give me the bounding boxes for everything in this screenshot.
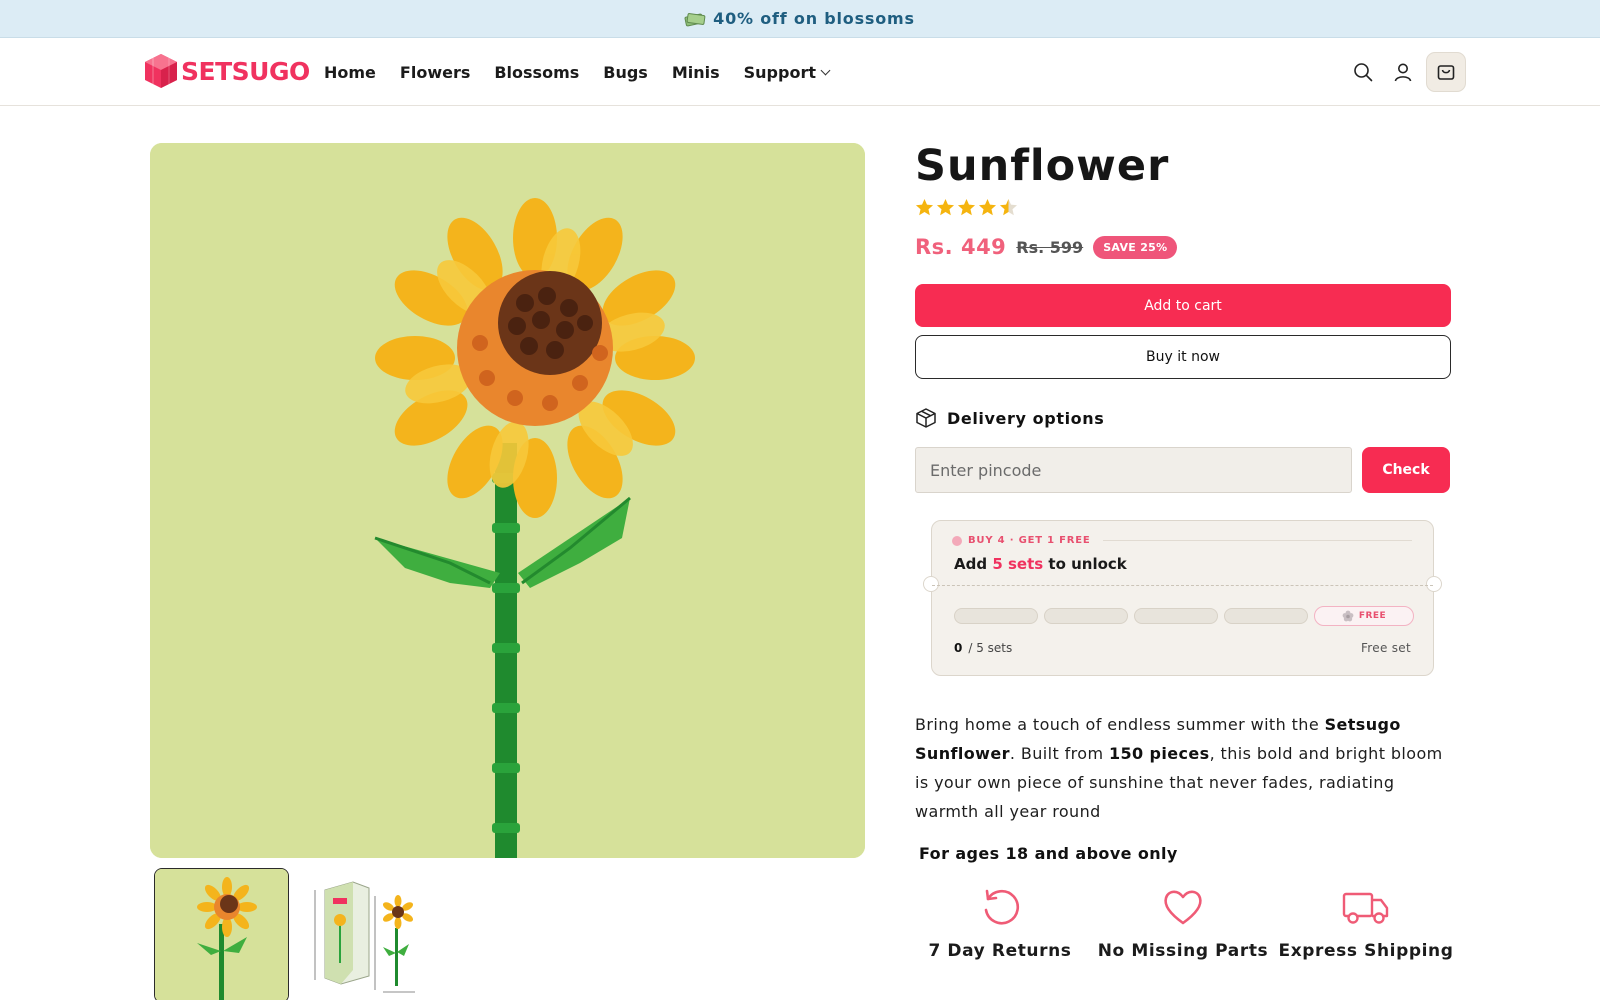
delivery-title: Delivery options <box>947 408 1105 428</box>
product-main-image[interactable] <box>150 143 865 858</box>
account-icon <box>1394 63 1412 82</box>
heart-icon <box>1164 890 1202 925</box>
nav-item-blossoms[interactable]: Blossoms <box>494 60 579 84</box>
progress-segment <box>1044 608 1128 624</box>
buy-now-label: Buy it now <box>1146 349 1220 365</box>
feature-list: 7 Day Returns No Missing Parts Express S… <box>915 885 1454 961</box>
offer-highlight: 5 sets <box>992 555 1044 573</box>
free-set-label: Free set <box>1360 641 1411 655</box>
offer-prefix: Add <box>954 555 993 573</box>
offer-headline: Add 5 sets to unlock <box>954 555 1127 573</box>
account-button[interactable] <box>1386 52 1420 92</box>
nav-label: Bugs <box>603 62 648 82</box>
search-button[interactable] <box>1346 52 1380 92</box>
cart-button[interactable] <box>1426 52 1466 92</box>
sunflower-image <box>150 143 865 858</box>
add-to-cart-label: Add to cart <box>1144 297 1222 314</box>
announcement-text: 40% off on blossoms <box>713 9 915 28</box>
thumbnail-box-dimensions[interactable] <box>303 868 438 1000</box>
save-badge: SAVE 25% <box>1093 235 1178 259</box>
pincode-row: Check <box>915 447 1451 493</box>
nav-label: Support <box>743 62 816 82</box>
thumbnail-sunflower[interactable] <box>154 868 289 1000</box>
product-info: Sunflower Rs. 449 Rs. 599 SAVE 25% Add t… <box>915 140 1454 961</box>
dashed-divider <box>932 585 1433 586</box>
count-value: 0 <box>954 641 963 655</box>
chevron-down-icon <box>820 65 831 75</box>
offer-tag: BUY 4 · GET 1 FREE <box>968 535 1091 546</box>
star-icon <box>957 198 976 216</box>
returns-icon <box>984 889 1020 925</box>
offer-dot-icon <box>952 535 962 546</box>
star-icon <box>978 198 997 216</box>
nav-item-minis[interactable]: Minis <box>672 60 720 84</box>
offer-suffix: to unlock <box>1043 555 1127 573</box>
nav-label: Flowers <box>399 62 471 82</box>
sale-price: Rs. 449 <box>915 235 1007 259</box>
box-dimensions-thumb-image <box>303 868 438 1000</box>
cube-logo-icon <box>145 54 177 88</box>
flower-icon <box>1342 610 1354 622</box>
pincode-input[interactable] <box>915 447 1352 493</box>
count-suffix: / 5 sets <box>968 641 1013 655</box>
announcement-bar: 40% off on blossoms <box>0 0 1600 38</box>
offer-tag-row: BUY 4 · GET 1 FREE <box>952 535 1412 546</box>
star-icon <box>915 198 934 216</box>
feature-express-shipping: Express Shipping <box>1278 885 1454 961</box>
feature-no-missing-parts: No Missing Parts <box>1098 885 1268 961</box>
progress-segment <box>954 608 1038 624</box>
free-label: FREE <box>1358 611 1387 621</box>
product-title: Sunflower <box>915 141 1170 191</box>
price-row: Rs. 449 Rs. 599 SAVE 25% <box>915 232 1451 262</box>
nav-item-home[interactable]: Home <box>324 60 376 84</box>
cart-icon <box>1437 65 1455 80</box>
search-icon <box>1354 63 1373 82</box>
package-icon <box>916 408 936 428</box>
nav-label: Blossoms <box>494 62 580 82</box>
offer-count: 0 / 5 sets <box>954 641 1012 655</box>
progress-segment <box>1134 608 1218 624</box>
free-set-pill: FREE <box>1314 606 1414 626</box>
brand-name: SETSUGO <box>181 56 310 86</box>
feature-label: Express Shipping <box>1278 941 1454 961</box>
compare-price: Rs. 599 <box>1016 237 1084 257</box>
thumbnail-list <box>154 868 438 1000</box>
half-star-icon <box>999 198 1018 216</box>
check-label: Check <box>1382 462 1430 478</box>
feature-returns: 7 Day Returns <box>915 885 1085 961</box>
nav-label: Home <box>324 62 376 82</box>
nav-item-bugs[interactable]: Bugs <box>603 60 648 84</box>
product-description: Bring home a touch of endless summer wit… <box>915 710 1451 826</box>
desc-bold: 150 pieces <box>1108 744 1210 763</box>
buy-now-button[interactable]: Buy it now <box>915 335 1451 379</box>
main-nav: Home Flowers Blossoms Bugs Minis Support <box>324 60 853 84</box>
header-actions <box>1346 52 1466 92</box>
age-notice: For ages 18 and above only <box>919 844 1178 863</box>
feature-label: 7 Day Returns <box>928 941 1072 961</box>
brand-logo[interactable]: SETSUGO <box>144 53 310 89</box>
delivery-options-header: Delivery options <box>915 405 1451 431</box>
nav-item-flowers[interactable]: Flowers <box>400 60 470 84</box>
bundle-offer-card: BUY 4 · GET 1 FREE Add 5 sets to unlock … <box>923 520 1442 676</box>
star-icon <box>936 198 955 216</box>
rating-stars[interactable] <box>915 198 1451 220</box>
sunflower-thumb-image <box>155 869 288 1000</box>
ticket-notch-right <box>1426 576 1442 592</box>
ticket-notch-left <box>923 576 939 592</box>
money-icon <box>684 12 706 27</box>
nav-label: Minis <box>671 62 720 82</box>
announcement[interactable]: 40% off on blossoms <box>684 9 915 28</box>
divider <box>1102 540 1412 541</box>
progress-segment <box>1224 608 1308 624</box>
truck-icon <box>1342 892 1389 924</box>
nav-item-support[interactable]: Support <box>743 60 831 84</box>
add-to-cart-button[interactable]: Add to cart <box>915 284 1451 327</box>
desc-text: . Built from <box>1009 744 1109 763</box>
feature-label: No Missing Parts <box>1097 941 1269 961</box>
check-pincode-button[interactable]: Check <box>1362 447 1450 493</box>
desc-text: Bring home a touch of endless summer wit… <box>915 715 1325 734</box>
offer-progress: FREE <box>954 606 1414 626</box>
site-header: SETSUGO Home Flowers Blossoms Bugs Minis… <box>0 38 1600 106</box>
